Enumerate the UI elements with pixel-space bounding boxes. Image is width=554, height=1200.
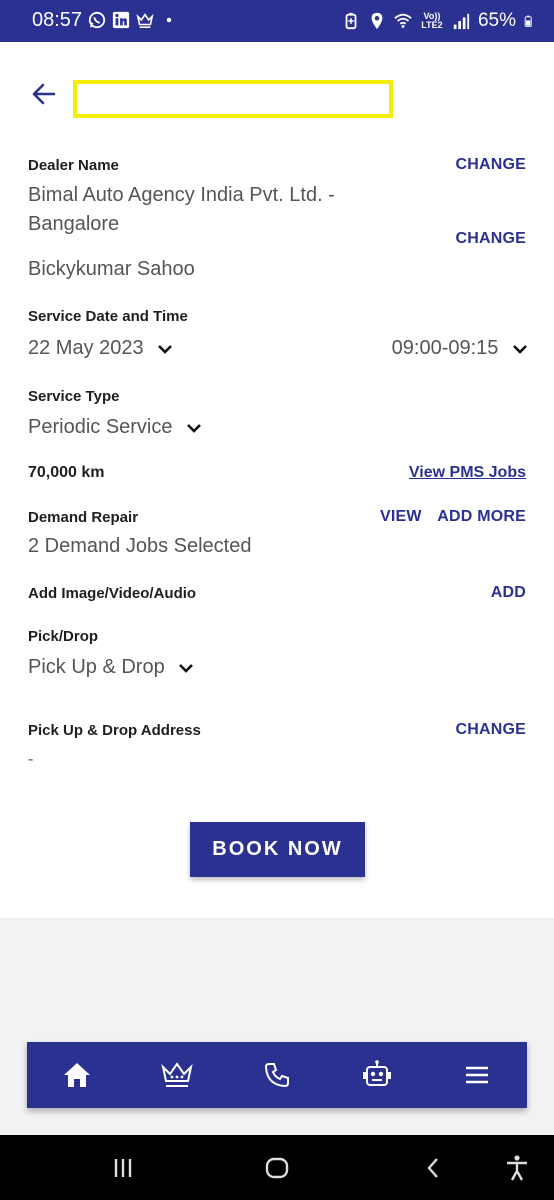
service-date-value: 22 May 2023 bbox=[28, 337, 144, 359]
battery-saver-icon bbox=[345, 12, 357, 30]
home-circle-icon[interactable] bbox=[262, 1153, 292, 1183]
service-type-value: Periodic Service bbox=[28, 416, 173, 438]
location-icon bbox=[371, 12, 383, 30]
pick-drop-label: Pick/Drop bbox=[28, 628, 99, 645]
recents-icon[interactable] bbox=[108, 1153, 138, 1183]
view-pms-jobs-link[interactable]: View PMS Jobs bbox=[409, 464, 526, 482]
menu-icon bbox=[466, 1066, 488, 1084]
nav-menu[interactable] bbox=[453, 1051, 501, 1099]
pick-drop-dropdown[interactable]: Pick Up & Drop bbox=[28, 653, 194, 682]
linkedin-icon bbox=[112, 11, 130, 29]
chevron-down-icon bbox=[187, 423, 201, 433]
demand-jobs-value: 2 Demand Jobs Selected bbox=[28, 535, 252, 557]
back-icon[interactable] bbox=[418, 1153, 448, 1183]
change-dealer-button[interactable]: CHANGE bbox=[455, 156, 526, 174]
wifi-icon bbox=[394, 13, 412, 28]
change-address-button[interactable]: CHANGE bbox=[455, 721, 526, 739]
system-nav-bar bbox=[0, 1135, 554, 1200]
nav-rewards[interactable] bbox=[153, 1051, 201, 1099]
back-arrow-icon[interactable] bbox=[28, 78, 60, 110]
notification-icons bbox=[88, 11, 178, 29]
add-more-button[interactable]: ADD MORE bbox=[437, 508, 526, 526]
crown-icon bbox=[136, 13, 154, 29]
dealer-name-line1: Bimal Auto Agency India Pvt. Ltd. - bbox=[28, 184, 335, 206]
system-status-icons: Vo)) LTE2 65% bbox=[342, 10, 536, 32]
nav-home[interactable] bbox=[53, 1051, 101, 1099]
status-bar: 08:57 Vo)) LTE2 65% bbox=[0, 0, 554, 42]
pickup-address-value: - bbox=[28, 751, 34, 768]
service-time-dropdown[interactable]: 09:00-09:15 bbox=[392, 334, 528, 363]
pick-drop-value: Pick Up & Drop bbox=[28, 656, 165, 678]
network-label: Vo)) LTE2 bbox=[421, 11, 443, 30]
status-time: 08:57 bbox=[32, 9, 83, 31]
nav-call[interactable] bbox=[253, 1051, 301, 1099]
chevron-down-icon bbox=[158, 344, 173, 354]
service-type-label: Service Type bbox=[28, 388, 120, 405]
add-media-label: Add Image/Video/Audio bbox=[28, 585, 197, 602]
accessibility-icon[interactable] bbox=[502, 1153, 532, 1183]
phone-icon bbox=[264, 1063, 289, 1088]
battery-percent: 65% bbox=[477, 10, 516, 31]
chevron-down-icon bbox=[179, 663, 194, 673]
whatsapp-icon bbox=[88, 11, 106, 29]
signal-icon bbox=[453, 13, 470, 30]
nav-assistant[interactable] bbox=[353, 1051, 401, 1099]
dot-icon bbox=[166, 17, 172, 23]
page-title bbox=[73, 80, 393, 118]
crown-icon bbox=[161, 1062, 193, 1087]
book-now-button[interactable]: BOOK NOW bbox=[190, 822, 365, 877]
view-demand-button[interactable]: VIEW bbox=[380, 508, 422, 526]
dealer-name-value: Bimal Auto Agency India Pvt. Ltd. - Bang… bbox=[28, 181, 335, 239]
change-advisor-button[interactable]: CHANGE bbox=[455, 230, 526, 248]
dealer-name-label: Dealer Name bbox=[28, 157, 119, 174]
robot-icon bbox=[363, 1060, 391, 1086]
advisor-name: Bickykumar Sahoo bbox=[28, 258, 195, 280]
add-media-button[interactable]: ADD bbox=[491, 584, 526, 602]
service-time-value: 09:00-09:15 bbox=[391, 337, 499, 359]
demand-repair-label: Demand Repair bbox=[28, 509, 139, 526]
booking-form: Dealer Name CHANGE Bimal Auto Agency Ind… bbox=[0, 42, 554, 918]
chevron-down-icon bbox=[513, 344, 527, 354]
dealer-name-line2: Bangalore bbox=[28, 213, 120, 235]
battery-icon bbox=[524, 15, 532, 27]
service-datetime-label: Service Date and Time bbox=[28, 308, 188, 325]
odometer-value: 70,000 km bbox=[28, 464, 105, 481]
service-type-dropdown[interactable]: Periodic Service bbox=[28, 413, 202, 442]
service-date-dropdown[interactable]: 22 May 2023 bbox=[28, 334, 173, 363]
home-icon bbox=[64, 1063, 90, 1087]
pickup-address-label: Pick Up & Drop Address bbox=[28, 722, 201, 739]
bottom-nav bbox=[27, 1042, 527, 1108]
